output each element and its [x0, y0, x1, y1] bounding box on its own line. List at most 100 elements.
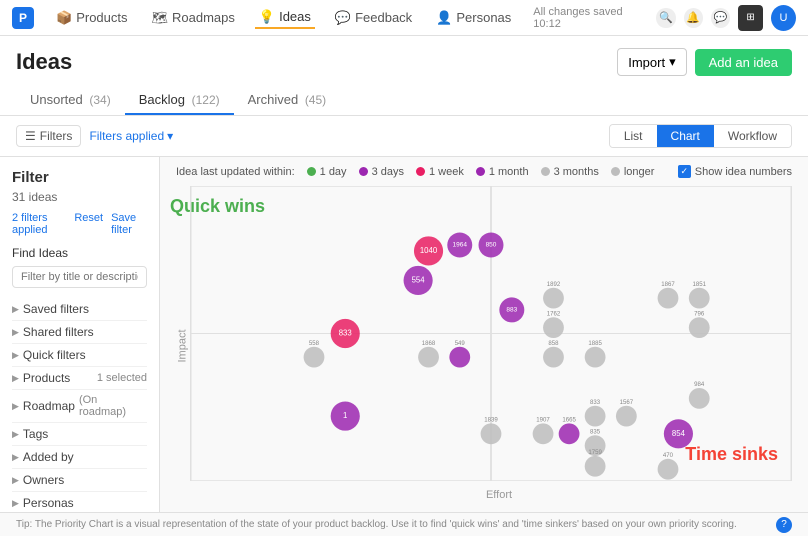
legend-longer: longer	[611, 166, 655, 178]
bubble-1892[interactable]	[543, 288, 564, 309]
unsorted-label: Unsorted	[30, 92, 83, 107]
tab-archived[interactable]: Archived (45)	[234, 86, 341, 115]
sidebar-section-saved-filters[interactable]: ▶ Saved filters	[12, 298, 147, 321]
filters-applied-button[interactable]: Filters applied ▾	[89, 129, 173, 143]
tab-unsorted[interactable]: Unsorted (34)	[16, 86, 125, 115]
sidebar-section-tags[interactable]: ▶ Tags	[12, 423, 147, 446]
bubble-850[interactable]	[479, 233, 504, 258]
bubble-854[interactable]	[664, 419, 693, 448]
bubble-1[interactable]	[331, 402, 360, 431]
nav-roadmaps[interactable]: 🗺 Roadmaps	[148, 8, 239, 28]
bubble-1851[interactable]	[689, 288, 710, 309]
help-icon[interactable]: ?	[776, 517, 792, 533]
bubble-1839[interactable]	[481, 423, 502, 444]
bubble-554[interactable]	[404, 266, 433, 295]
view-tab-workflow[interactable]: Workflow	[714, 125, 791, 147]
added-by-filter-label: Added by	[23, 450, 74, 464]
personas-filter-label: Personas	[23, 496, 74, 510]
bubble-558[interactable]	[304, 347, 325, 368]
view-tabs: List Chart Workflow	[609, 124, 792, 148]
app-logo[interactable]: P	[12, 7, 34, 29]
bubble-883[interactable]	[499, 297, 524, 322]
main-content: Filter 31 ideas 2 filters applied Reset …	[0, 157, 808, 512]
bell-icon[interactable]: 🔔	[684, 8, 703, 28]
bubble-1762[interactable]	[543, 317, 564, 338]
bubble-1964[interactable]	[447, 233, 472, 258]
bubble-1665[interactable]	[559, 423, 580, 444]
nav-products[interactable]: 📦 Products	[52, 8, 132, 28]
view-tab-list[interactable]: List	[610, 125, 657, 147]
sidebar-section-products[interactable]: ▶ Products 1 selected	[12, 367, 147, 390]
search-input[interactable]	[12, 266, 147, 288]
grid-icon[interactable]: ⊞	[738, 5, 763, 31]
bubble-1868[interactable]	[418, 347, 439, 368]
bubble-796[interactable]	[689, 317, 710, 338]
ideas-icon: 💡	[259, 9, 275, 25]
legend-label-3months: 3 months	[554, 166, 599, 178]
reset-link[interactable]: Reset	[74, 212, 103, 236]
sidebar-section-roadmap[interactable]: ▶ Roadmap (On roadmap)	[12, 390, 147, 423]
sidebar-section-personas[interactable]: ▶ Personas	[12, 492, 147, 512]
find-ideas-label: Find Ideas	[12, 246, 147, 260]
show-numbers-checkbox[interactable]: ✓	[678, 165, 691, 178]
bubble-1885[interactable]	[585, 347, 606, 368]
bubble-1907[interactable]	[533, 423, 554, 444]
filter-button[interactable]: ☰ Filters	[16, 125, 81, 147]
sidebar-section-owners[interactable]: ▶ Owners	[12, 469, 147, 492]
saved-filters-label: Saved filters	[23, 302, 89, 316]
saved-status: All changes saved 10:12	[533, 6, 648, 30]
tab-backlog[interactable]: Backlog (122)	[125, 86, 234, 115]
bubble-984[interactable]	[689, 388, 710, 409]
sidebar-section-shared-filters[interactable]: ▶ Shared filters	[12, 321, 147, 344]
nav-personas[interactable]: 👤 Personas	[432, 8, 515, 28]
bubble-835[interactable]	[585, 435, 606, 456]
filter-dropdown-icon: ▾	[167, 129, 173, 143]
chart-wrapper: Impact Quick wins Time sinks 10401964850…	[160, 186, 808, 505]
user-avatar[interactable]: U	[771, 5, 796, 31]
page-header: Ideas Import ▾ Add an idea Unsorted (34)…	[0, 36, 808, 116]
sidebar-section-quick-filters[interactable]: ▶ Quick filters	[12, 344, 147, 367]
legend-row: Idea last updated within: 1 day 3 days 1…	[160, 157, 808, 186]
nav-feedback-label: Feedback	[355, 10, 412, 25]
arrow-icon: ▶	[12, 452, 19, 463]
nav-ideas-label: Ideas	[279, 9, 311, 24]
bubble-1759[interactable]	[585, 456, 606, 477]
view-tab-chart[interactable]: Chart	[657, 125, 714, 147]
nav-feedback[interactable]: 💬 Feedback	[331, 8, 416, 28]
show-numbers[interactable]: ✓ Show idea numbers	[678, 165, 792, 178]
sidebar-section-added-by[interactable]: ▶ Added by	[12, 446, 147, 469]
quick-filters-label: Quick filters	[23, 348, 86, 362]
search-icon[interactable]: 🔍	[656, 8, 675, 28]
bubbles-svg[interactable]: 1040196485055488383355818685491892176285…	[190, 186, 792, 481]
bubble-1567[interactable]	[616, 406, 637, 427]
ideas-count: 31 ideas	[12, 190, 147, 204]
legend-label-1day: 1 day	[320, 166, 347, 178]
top-navigation: P 📦 Products 🗺 Roadmaps 💡 Ideas 💬 Feedba…	[0, 0, 808, 36]
legend-3days: 3 days	[359, 166, 404, 178]
unsorted-count: (34)	[89, 93, 110, 107]
bubble-858[interactable]	[543, 347, 564, 368]
import-button[interactable]: Import ▾	[617, 48, 686, 76]
bubble-470[interactable]	[658, 459, 679, 480]
legend-label-3days: 3 days	[372, 166, 404, 178]
bubble-1040[interactable]	[414, 236, 443, 265]
save-filter-link[interactable]: Save filter	[111, 212, 147, 236]
legend-dot-1week	[416, 167, 425, 176]
nav-right: All changes saved 10:12 🔍 🔔 💬 ⊞ U	[533, 5, 796, 31]
bubble-label-796: 796	[694, 311, 705, 317]
legend-label-longer: longer	[624, 166, 655, 178]
arrow-icon: ▶	[12, 498, 19, 509]
bubble-1867[interactable]	[658, 288, 679, 309]
nav-ideas[interactable]: 💡 Ideas	[255, 7, 315, 29]
arrow-icon: ▶	[12, 327, 19, 338]
bubble-549[interactable]	[449, 347, 470, 368]
show-numbers-label: Show idea numbers	[695, 166, 792, 178]
bubble-833b[interactable]	[585, 406, 606, 427]
bubble-label-1907: 1907	[536, 418, 550, 424]
header-actions: Import ▾ Add an idea	[617, 48, 792, 76]
bubble-833[interactable]	[331, 319, 360, 348]
arrow-icon: ▶	[12, 350, 19, 361]
products-filter-label: Products	[23, 371, 70, 385]
add-idea-button[interactable]: Add an idea	[695, 49, 792, 76]
chat-icon[interactable]: 💬	[711, 8, 730, 28]
